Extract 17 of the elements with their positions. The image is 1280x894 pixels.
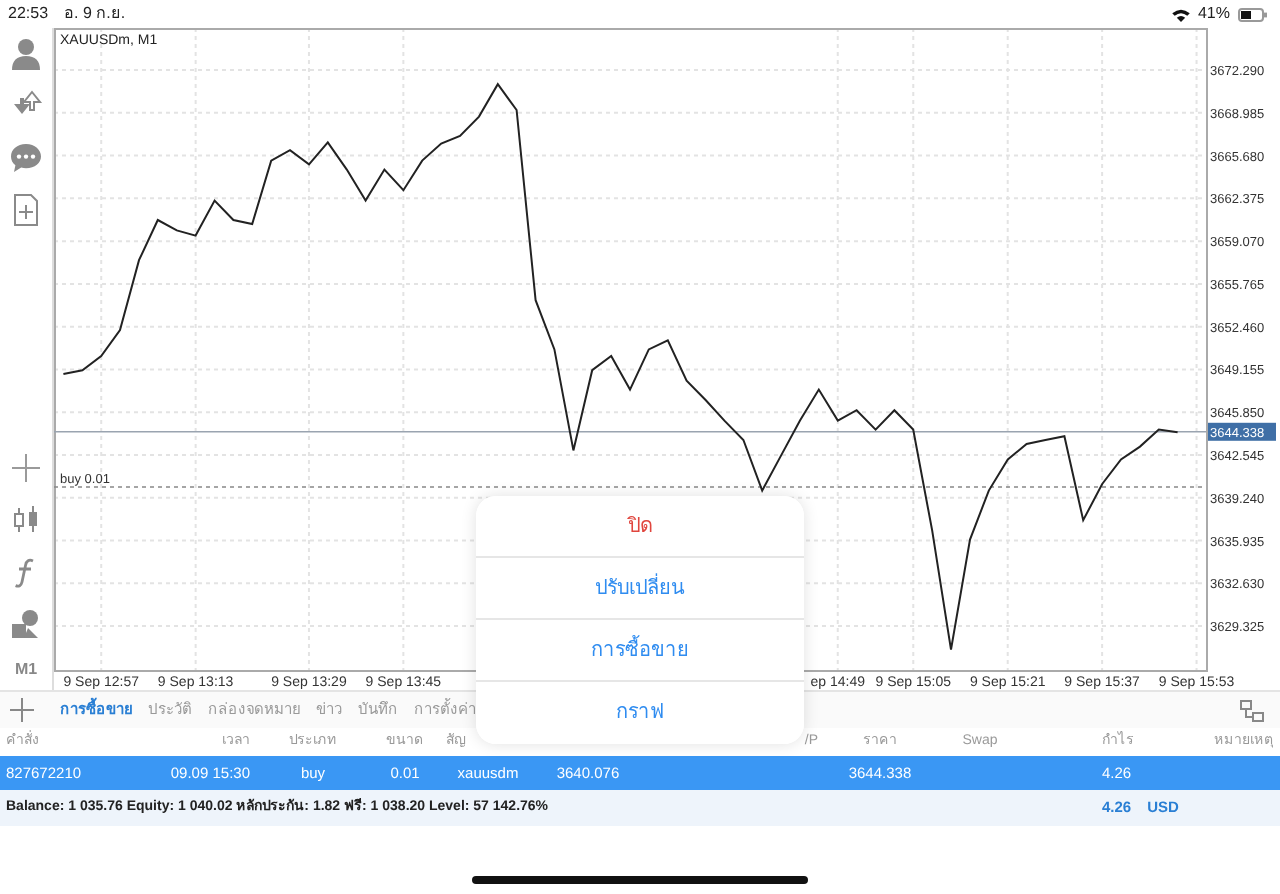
battery-icon xyxy=(1238,7,1268,21)
sheet-option[interactable]: กราฟ xyxy=(476,682,804,744)
chat-icon[interactable] xyxy=(8,140,44,176)
layout-icon[interactable] xyxy=(1240,699,1264,721)
clock-time: 22:53 xyxy=(8,2,49,26)
sheet-option[interactable]: ปรับเปลี่ยน xyxy=(476,558,804,620)
account-icon[interactable] xyxy=(8,36,44,72)
timeframe-button[interactable]: M1 xyxy=(14,658,38,682)
add-icon[interactable] xyxy=(8,696,36,724)
crosshair-icon[interactable] xyxy=(8,450,44,486)
objects-icon[interactable] xyxy=(8,606,44,642)
wifi-icon xyxy=(1171,7,1190,21)
battery-percent: 41% xyxy=(1197,2,1230,26)
sheet-option[interactable]: ปิด xyxy=(476,496,804,558)
sheet-option[interactable]: การซื้อขาย xyxy=(476,620,804,682)
new-document-icon[interactable] xyxy=(8,192,44,228)
date-text: อ. 9 ก.ย. xyxy=(64,2,126,26)
